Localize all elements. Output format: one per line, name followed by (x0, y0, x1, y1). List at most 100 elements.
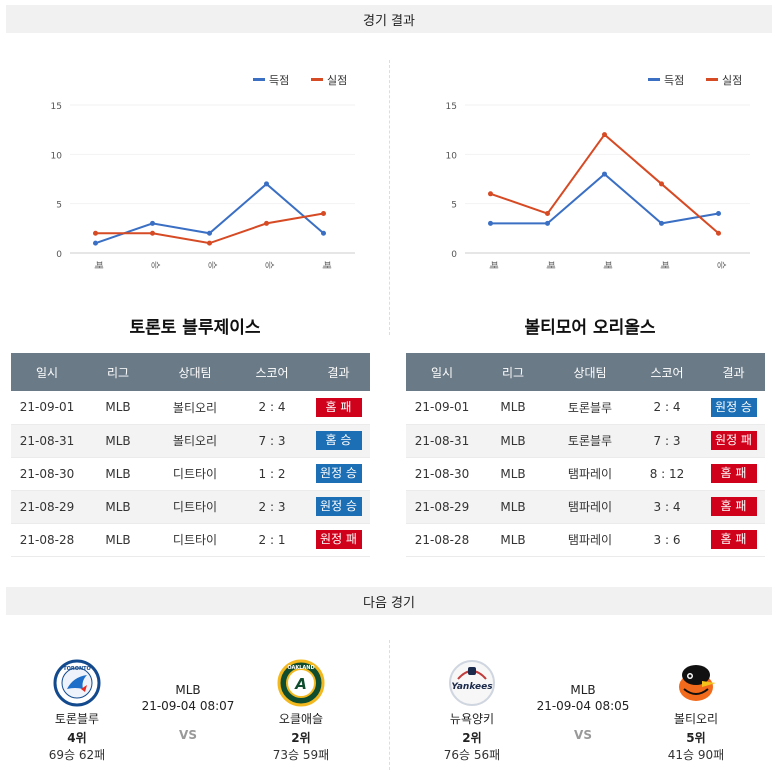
game-league: MLB (478, 523, 548, 557)
x-tick-label: 패 (545, 261, 556, 269)
game-result: 원정 패 (307, 523, 370, 557)
legend-swatch (648, 78, 660, 81)
data-point (659, 220, 664, 226)
game-score: 3 : 4 (632, 490, 702, 524)
game-result: 홈 패 (702, 457, 765, 491)
data-point (488, 191, 493, 197)
data-point (602, 132, 607, 138)
yankees-logo-icon: Yankees (449, 660, 495, 706)
col-opponent-header: 상대팀 (548, 353, 632, 391)
data-point (207, 230, 212, 236)
game-opponent: 탬파레이 (548, 523, 632, 557)
game-result: 홈 패 (702, 490, 765, 524)
team-rank: 4위 (67, 731, 87, 745)
data-point (207, 240, 212, 246)
game-date: 21-09-01 (11, 391, 83, 425)
data-point (93, 230, 98, 236)
data-point (264, 220, 269, 226)
x-tick-label: 승 (150, 261, 161, 269)
y-tick-label: 10 (446, 151, 458, 161)
game-league: MLB (83, 523, 153, 557)
result-badge: 원정 패 (315, 530, 362, 549)
game-date: 21-08-29 (406, 490, 478, 524)
team-rank: 2위 (291, 731, 311, 745)
x-tick-label: 패 (488, 261, 499, 269)
x-tick-label: 승 (207, 261, 218, 269)
y-tick-label: 15 (446, 102, 457, 112)
data-point (488, 220, 493, 226)
next-match-card: Yankees 뉴욕양키 2위 76승 56패 MLB 21-09-04 08:… (405, 655, 775, 770)
match-datetime: 21-09-04 08:05 (536, 699, 630, 713)
team-rank: 5위 (686, 731, 706, 745)
result-badge: 원정 승 (315, 497, 362, 516)
data-point (545, 211, 550, 217)
table-row: 21-08-29 MLB 디트타이 2 : 3 원정 승 (11, 490, 370, 524)
table-row: 21-08-30 MLB 디트타이 1 : 2 원정 승 (11, 457, 370, 491)
legend-label: 실점 (722, 74, 742, 87)
col-date-header: 일시 (406, 353, 478, 391)
game-date: 21-08-31 (406, 424, 478, 458)
results-section-title: 경기 결과 (363, 13, 415, 29)
game-score: 1 : 2 (237, 457, 307, 491)
game-league: MLB (478, 391, 548, 425)
team-name: 뉴욕양키 (449, 712, 495, 726)
team-record: 41승 90패 (667, 748, 725, 762)
game-opponent: 디트타이 (153, 457, 237, 491)
orioles-logo-icon (679, 665, 716, 701)
home-team: TORONTO 토론블루 4위 69승 62패 (32, 655, 122, 763)
col-score-header: 스코어 (632, 353, 702, 391)
team-name: 볼티오리 (673, 712, 719, 726)
logo-text: OAKLAND (287, 665, 314, 671)
game-opponent: 토론블루 (548, 424, 632, 458)
next-games-section-title: 다음 경기 (363, 595, 415, 611)
team-rank: 2위 (462, 731, 482, 745)
col-score-header: 스코어 (237, 353, 307, 391)
x-tick-label: 패 (602, 261, 613, 269)
game-opponent: 탬파레이 (548, 490, 632, 524)
team-record: 76승 56패 (443, 748, 501, 762)
table-row: 21-08-28 MLB 탬파레이 3 : 6 홈 패 (406, 523, 765, 557)
result-badge: 원정 승 (315, 464, 362, 483)
game-result: 원정 승 (307, 490, 370, 524)
vs-label: VS (574, 728, 592, 742)
series-line (490, 172, 719, 225)
game-score: 8 : 12 (632, 457, 702, 491)
column-divider (389, 60, 390, 335)
game-opponent: 탬파레이 (548, 457, 632, 491)
svg-text:A: A (294, 675, 307, 693)
data-point (716, 211, 721, 217)
game-score: 2 : 4 (237, 391, 307, 425)
game-league: MLB (478, 457, 548, 491)
x-tick-label: 패 (321, 261, 332, 269)
data-point (321, 211, 326, 217)
game-result: 원정 승 (702, 391, 765, 425)
table-row: 21-09-01 MLB 볼티오리 2 : 4 홈 패 (11, 391, 370, 425)
home-team: Yankees 뉴욕양키 2위 76승 56패 (427, 655, 517, 763)
game-opponent: 디트타이 (153, 523, 237, 557)
data-point (150, 220, 155, 226)
data-point (602, 171, 607, 177)
toronto-team-title: 토론토 블루제이스 (129, 318, 261, 338)
baltimore-chart-svg: 0 5 10 15 패 패 패 패 승 득점 실점 (446, 74, 750, 269)
game-league: MLB (83, 424, 153, 458)
game-opponent: 볼티오리 (153, 424, 237, 458)
vs-label: VS (179, 728, 197, 742)
team-name: 토론블루 (54, 712, 100, 726)
game-result: 홈 승 (307, 424, 370, 458)
table-row: 21-08-29 MLB 탬파레이 3 : 4 홈 패 (406, 490, 765, 524)
data-point (659, 181, 664, 187)
game-date: 21-08-31 (11, 424, 83, 458)
results-section-header: 경기 결과 (6, 5, 772, 33)
away-team: 볼티오리 5위 41승 90패 (651, 655, 741, 763)
athletics-logo-icon: A OAKLAND (277, 659, 325, 707)
match-info: MLB 21-09-04 08:07 (120, 682, 256, 714)
game-league: MLB (478, 490, 548, 524)
result-badge: 홈 패 (710, 530, 757, 549)
series-line (95, 212, 324, 245)
col-date-header: 일시 (11, 353, 83, 391)
toronto-recent-games-table: 일시 리그 상대팀 스코어 결과 21-09-01 MLB 볼티오리 2 : 4… (11, 353, 370, 557)
toronto-score-chart: 0 5 10 15 패 승 승 승 패 득점 실점 (10, 60, 380, 280)
game-opponent: 볼티오리 (153, 391, 237, 425)
table-row: 21-08-28 MLB 디트타이 2 : 1 원정 패 (11, 523, 370, 557)
y-tick-label: 5 (56, 201, 62, 211)
